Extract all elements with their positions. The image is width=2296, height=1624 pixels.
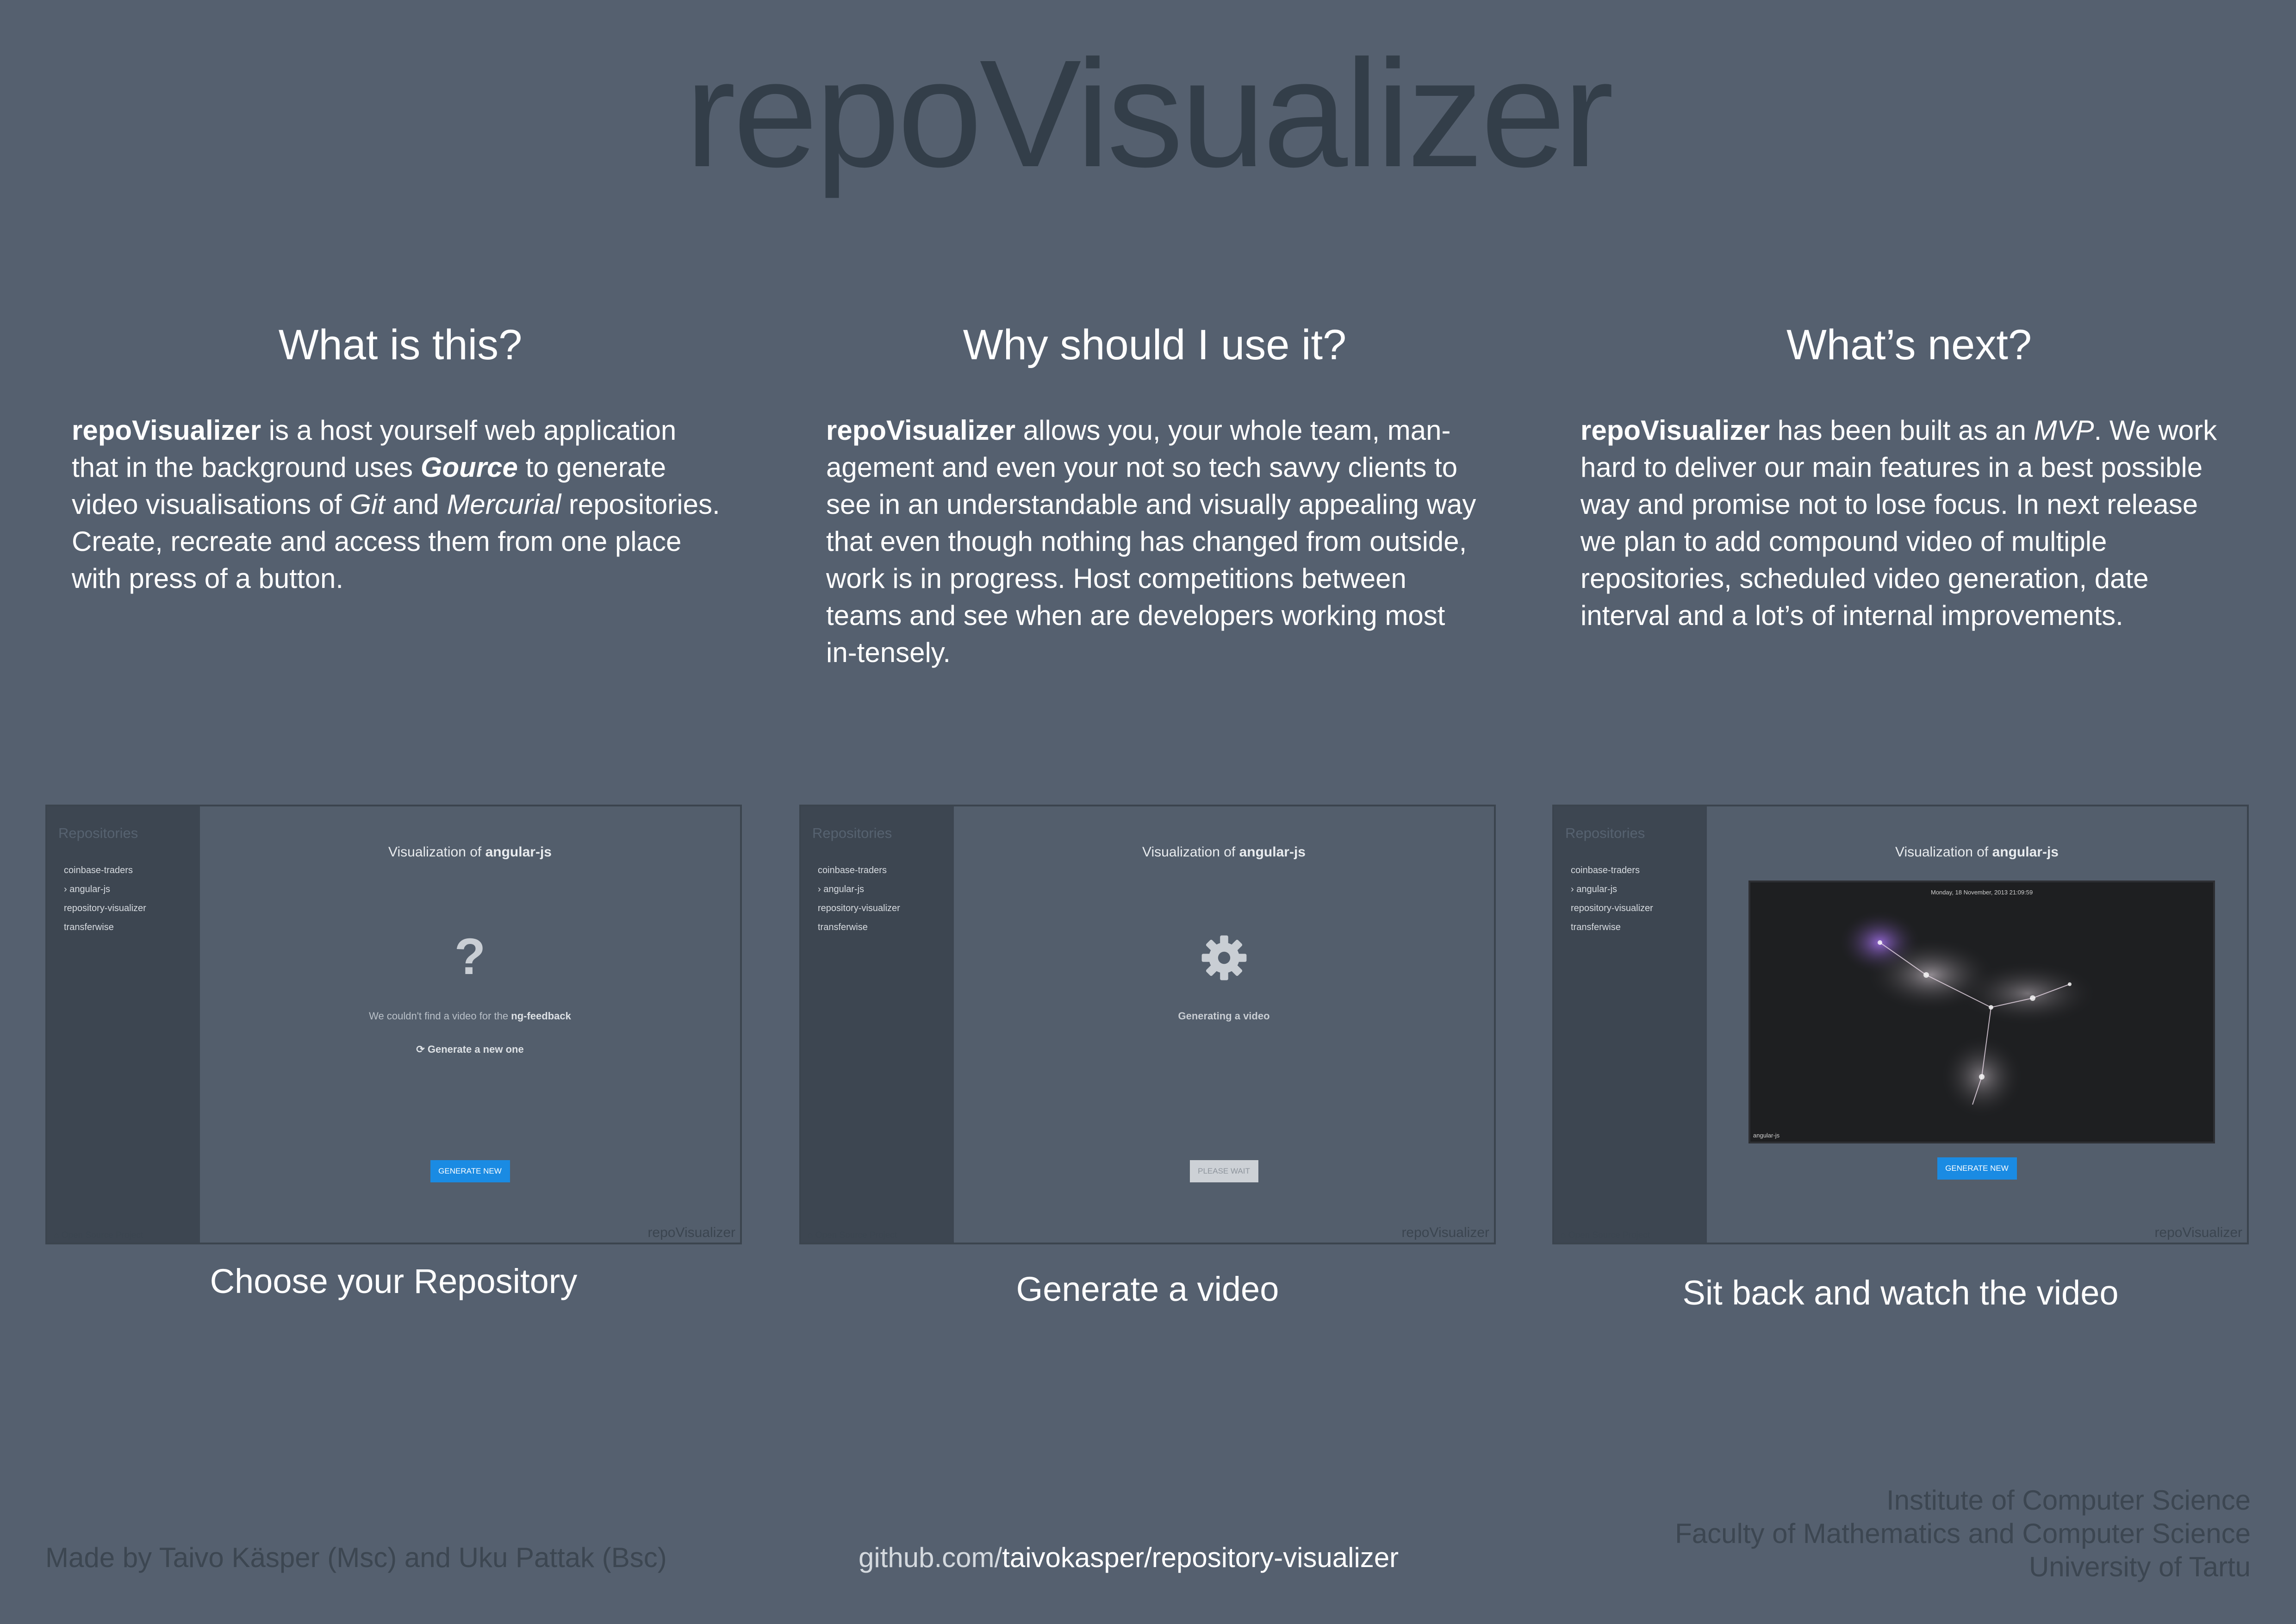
screenshot-watch-video: Repositories coinbase-traders › angular-… — [1552, 805, 2249, 1244]
sidebar: Repositories coinbase-traders › angular-… — [47, 806, 200, 1243]
video-repo-label: angular-js — [1753, 1132, 1780, 1139]
app-logo-text: repoVisualizer — [647, 1225, 735, 1240]
sidebar-heading: Repositories — [812, 825, 892, 841]
visualization-title: Visualization of angular-js — [200, 844, 740, 860]
university-line: University of Tartu — [2028, 1551, 2251, 1582]
emphasis-text: Gource — [420, 452, 518, 483]
emphasis-text: Git — [349, 489, 385, 520]
not-found-message: We couldn't find a video for the ng-feed… — [200, 1010, 740, 1022]
visualization-repo: angular-js — [485, 844, 552, 860]
sidebar-item-repository-visualizer[interactable]: repository-visualizer — [64, 899, 146, 918]
visualization-prefix: Visualization of — [1895, 844, 1992, 860]
visualization-repo: angular-js — [1992, 844, 2059, 860]
sidebar-item-transferwise[interactable]: transferwise — [1571, 918, 1653, 937]
sidebar-item-repository-visualizer[interactable]: repository-visualizer — [818, 899, 900, 918]
repository-list: coinbase-traders › angular-js repository… — [64, 861, 146, 937]
institute-line: Institute of Computer Science — [1886, 1485, 2251, 1516]
main-panel: Visualization of angular-js Monday, 18 N… — [1707, 806, 2247, 1243]
repository-list: coinbase-traders › angular-js repository… — [1571, 861, 1653, 937]
poster-title: repoVisualizer — [684, 28, 1614, 199]
question-mark-icon: ? — [454, 928, 486, 985]
column-heading: What is this? — [278, 321, 523, 369]
sidebar: Repositories coinbase-traders › angular-… — [801, 806, 954, 1243]
sidebar-item-transferwise[interactable]: transferwise — [818, 918, 900, 937]
authors-credit: Made by Taivo Käsper (Msc) and Uku Patta… — [45, 1542, 667, 1573]
app-logo-text: repoVisualizer — [1401, 1225, 1489, 1240]
visualization-repo: angular-js — [1239, 844, 1306, 860]
sidebar-item-transferwise[interactable]: transferwise — [64, 918, 146, 937]
main-panel: Visualization of angular-js ? We couldn'… — [200, 806, 740, 1243]
emphasis-text: Mercurial — [447, 489, 561, 520]
sidebar-item-coinbase-traders[interactable]: coinbase-traders — [64, 861, 146, 880]
sidebar-item-angular-js[interactable]: › angular-js — [1571, 880, 1653, 899]
github-domain: github.com/ — [859, 1542, 1002, 1573]
column-heading: What’s next? — [1786, 321, 2032, 369]
caption-generate-video: Generate a video — [1016, 1270, 1279, 1308]
github-link[interactable]: github.com/taivokasper/repository-visual… — [859, 1542, 1399, 1574]
sidebar-item-coinbase-traders[interactable]: coinbase-traders — [1571, 861, 1653, 880]
gource-visualization-image — [1838, 910, 2097, 1118]
emphasis-text: repoVisualizer — [826, 415, 1016, 446]
sidebar-item-angular-js[interactable]: › angular-js — [818, 880, 900, 899]
please-wait-button[interactable]: PLEASE WAIT — [1189, 1160, 1258, 1182]
repository-list: coinbase-traders › angular-js repository… — [818, 861, 900, 937]
video-player[interactable]: Monday, 18 November, 2013 21:09:59 angul… — [1748, 881, 2215, 1143]
column-whats-next: What’s next? repoVisualizer has been bui… — [1580, 319, 2238, 634]
generating-status: Generating a video — [1178, 1010, 1270, 1022]
institution-block: Institute of Computer Science Faculty of… — [1675, 1484, 2251, 1584]
column-what-is-this: What is this? repoVisualizer is a host y… — [72, 319, 729, 597]
not-found-repo: ng-feedback — [511, 1010, 571, 1022]
sidebar-item-angular-js[interactable]: › angular-js — [64, 880, 146, 899]
emphasis-text: repoVisualizer — [72, 415, 261, 446]
faculty-line: Faculty of Mathematics and Computer Scie… — [1675, 1518, 2251, 1549]
emphasis-text: MVP — [2034, 415, 2094, 446]
column-why-use-it: Why should I use it? repoVisualizer allo… — [826, 319, 1483, 671]
column-heading: Why should I use it? — [963, 321, 1347, 369]
open-source-link[interactable]: ⌂ Open Source Project — [808, 1230, 897, 1241]
video-date: Monday, 18 November, 2013 21:09:59 — [1931, 889, 2033, 896]
sidebar-heading: Repositories — [1565, 825, 1645, 841]
generate-new-button[interactable]: GENERATE NEW — [430, 1160, 510, 1182]
sidebar: Repositories coinbase-traders › angular-… — [1554, 806, 1707, 1243]
open-source-link[interactable]: ⌂ Open Source Project — [1561, 1230, 1650, 1241]
column-text: repoVisualizer is a host yourself web ap… — [72, 415, 720, 594]
visualization-prefix: Visualization of — [388, 844, 485, 860]
sidebar-item-coinbase-traders[interactable]: coinbase-traders — [818, 861, 900, 880]
visualization-title: Visualization of angular-js — [954, 844, 1494, 860]
main-panel: Visualization of angular-js Generating a… — [954, 806, 1494, 1243]
github-path: taivokasper/repository-visualizer — [1002, 1542, 1399, 1573]
sidebar-heading: Repositories — [58, 825, 138, 841]
caption-watch-video: Sit back and watch the video — [1682, 1274, 2119, 1312]
screenshot-choose-repository: Repositories coinbase-traders › angular-… — [45, 805, 742, 1244]
sidebar-item-repository-visualizer[interactable]: repository-visualizer — [1571, 899, 1653, 918]
caption-choose-repository: Choose your Repository — [210, 1262, 578, 1300]
column-text: repoVisualizer has been built as an MVP.… — [1580, 415, 2217, 631]
visualization-title: Visualization of angular-js — [1707, 844, 2247, 860]
open-source-link[interactable]: ⌂ Open Source Project — [54, 1230, 143, 1241]
generate-new-link[interactable]: ⟳ Generate a new one — [200, 1043, 740, 1056]
visualization-prefix: Visualization of — [1142, 844, 1239, 860]
not-found-text: We couldn't find a video for the — [369, 1010, 511, 1022]
app-logo-text: repoVisualizer — [2154, 1225, 2242, 1240]
emphasis-text: repoVisualizer — [1580, 415, 1770, 446]
generate-new-button[interactable]: GENERATE NEW — [1937, 1157, 2017, 1180]
gear-icon — [1201, 935, 1246, 981]
column-text: repoVisualizer allows you, your whole te… — [826, 415, 1476, 668]
screenshot-generate-video: Repositories coinbase-traders › angular-… — [799, 805, 1496, 1244]
